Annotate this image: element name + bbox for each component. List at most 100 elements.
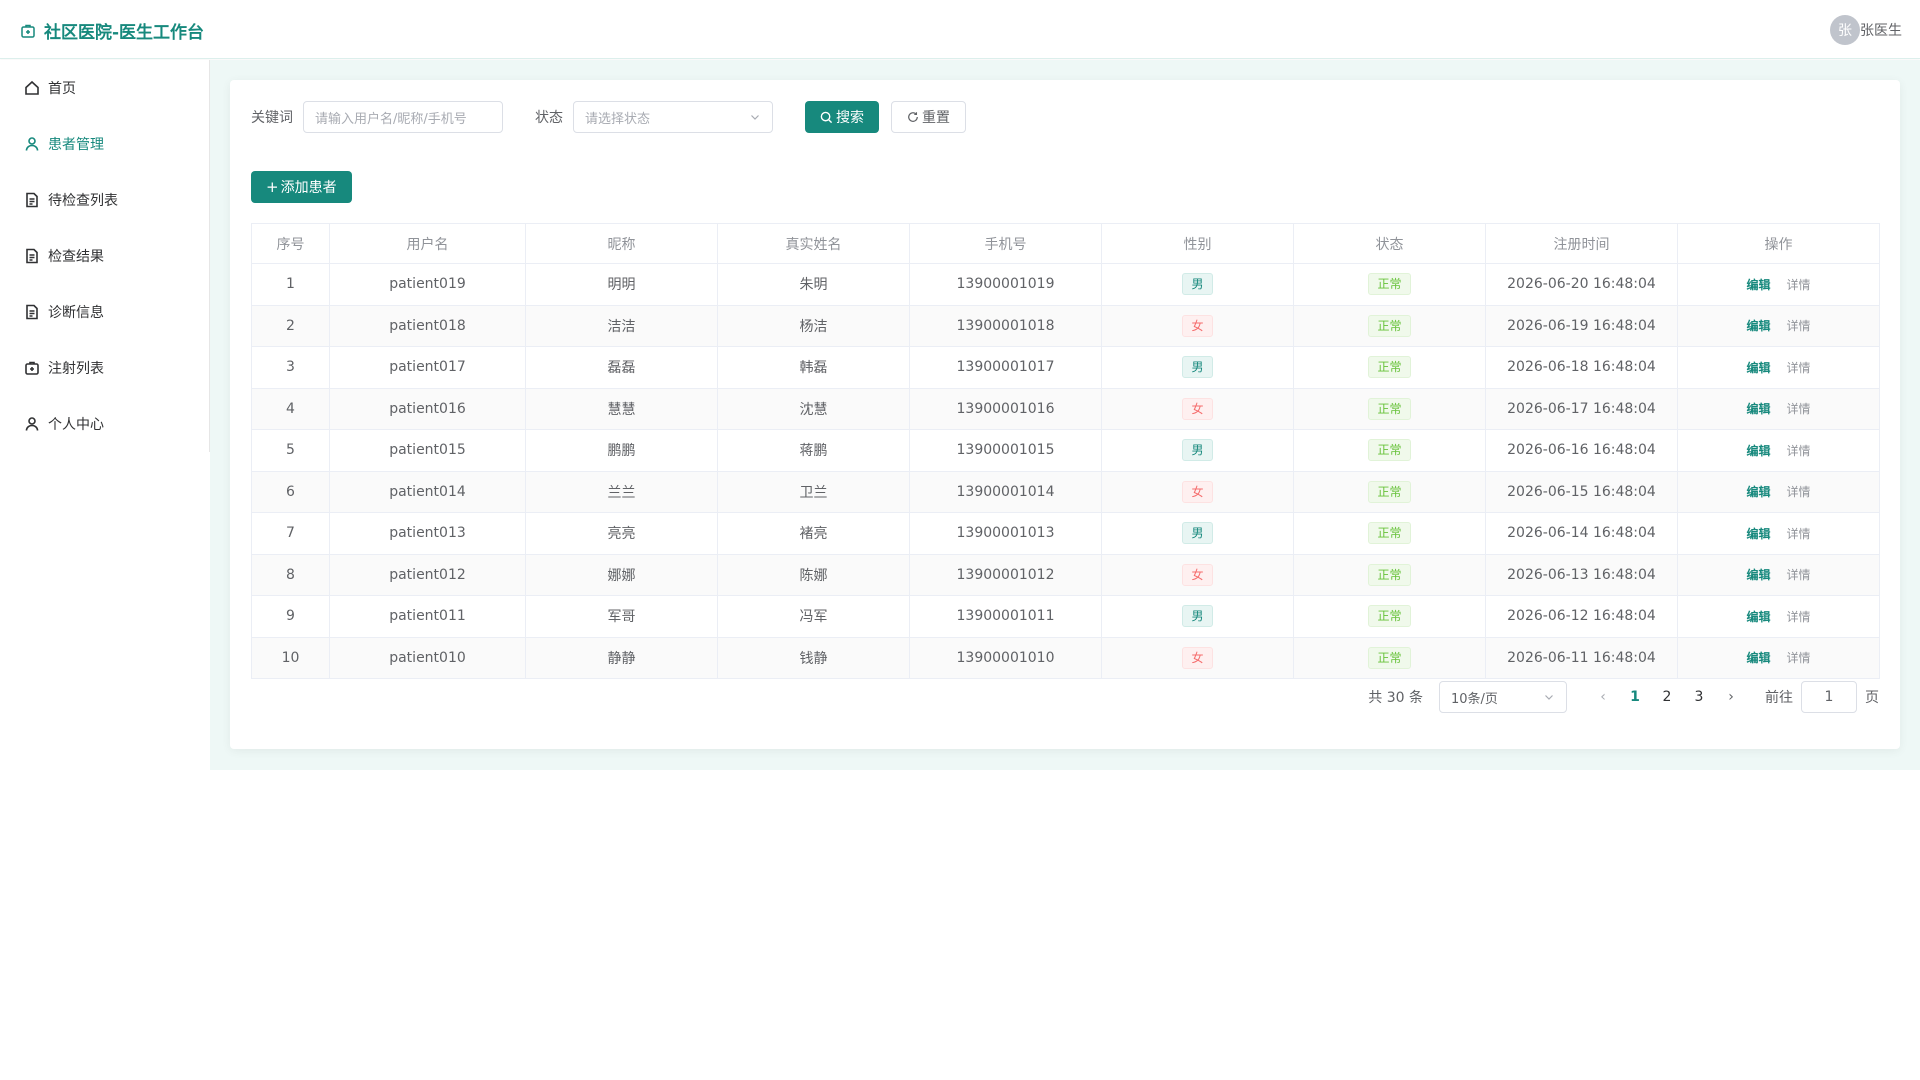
brand[interactable]: 社区医院-医生工作台: [20, 18, 204, 43]
detail-button[interactable]: 详情: [1787, 568, 1811, 582]
edit-button[interactable]: 编辑: [1746, 527, 1770, 541]
cell-nickname: 磊磊: [525, 346, 718, 389]
sidebar-item-home[interactable]: 首页: [0, 60, 209, 116]
detail-button[interactable]: 详情: [1787, 651, 1811, 665]
document-icon: [26, 304, 38, 320]
cell-phone: 13900001012: [909, 553, 1102, 596]
cell-status: 正常: [1293, 470, 1486, 513]
cell-nickname: 军哥: [525, 595, 718, 638]
gender-tag: 女: [1182, 480, 1213, 503]
cell-realname: 褚亮: [717, 512, 910, 555]
status-badge: 正常: [1368, 522, 1411, 545]
cell-nickname: 鹏鹏: [525, 429, 718, 472]
table-row: 5 patient015 鹏鹏 蒋鹏 13900001015 男 正常 2026-06-16 …: [251, 429, 1880, 472]
cell-gender: 女: [1101, 553, 1294, 596]
cell-status: 正常: [1293, 595, 1486, 638]
reset-label: 重置: [922, 110, 950, 126]
detail-button[interactable]: 详情: [1787, 527, 1811, 541]
column-header: 手机号: [909, 223, 1102, 264]
hospital-icon: [21, 24, 35, 38]
cell-actions: 编辑 详情: [1677, 470, 1880, 513]
edit-button[interactable]: 编辑: [1746, 361, 1770, 375]
edit-button[interactable]: 编辑: [1746, 610, 1770, 624]
reset-button[interactable]: 重置: [891, 101, 966, 133]
user-name[interactable]: 张医生: [1860, 20, 1902, 40]
avatar[interactable]: 张: [1830, 15, 1860, 45]
edit-button[interactable]: 编辑: [1746, 651, 1770, 665]
sidebar-item-label: 待检查列表: [48, 193, 118, 209]
column-header: 用户名: [329, 223, 526, 264]
sidebar-item-injections[interactable]: 注射列表: [0, 340, 209, 396]
sidebar-item-label: 患者管理: [48, 137, 104, 153]
edit-button[interactable]: 编辑: [1746, 319, 1770, 333]
user-menu[interactable]: 张 张医生: [1830, 15, 1902, 45]
search-button[interactable]: 搜索: [805, 101, 879, 133]
cell-status: 正常: [1293, 346, 1486, 389]
cell-status: 正常: [1293, 263, 1486, 306]
cell-index: 7: [251, 512, 330, 555]
search-label: 搜索: [836, 110, 864, 126]
detail-button[interactable]: 详情: [1787, 319, 1811, 333]
page-number[interactable]: 2: [1651, 689, 1683, 705]
status-label: 状态: [535, 110, 563, 126]
add-patient-label: 添加患者: [280, 180, 337, 196]
edit-button[interactable]: 编辑: [1746, 402, 1770, 416]
sidebar-item-label: 个人中心: [48, 417, 104, 433]
cell-nickname: 兰兰: [525, 470, 718, 513]
goto-label: 前往: [1765, 690, 1793, 706]
gender-tag: 男: [1182, 605, 1213, 628]
cell-index: 5: [251, 429, 330, 472]
cell-realname: 陈娜: [717, 553, 910, 596]
table-row: 1 patient019 明明 朱明 13900001019 男 正常 2026-06-20 …: [251, 263, 1880, 306]
cell-actions: 编辑 详情: [1677, 387, 1880, 430]
page-number[interactable]: 3: [1683, 689, 1715, 705]
edit-button[interactable]: 编辑: [1746, 444, 1770, 458]
goto-page-input[interactable]: 1: [1801, 681, 1857, 713]
status-select[interactable]: 请选择状态: [573, 101, 773, 133]
sidebar-item-pending-checks[interactable]: 待检查列表: [0, 172, 209, 228]
column-header: 注册时间: [1485, 223, 1678, 264]
keyword-input[interactable]: 请输入用户名/昵称/手机号: [303, 101, 503, 133]
edit-button[interactable]: 编辑: [1746, 568, 1770, 582]
sidebar-item-label: 诊断信息: [48, 305, 104, 321]
cell-register-time: 2026-06-17 16:48:04: [1485, 387, 1678, 430]
sidebar-item-patients[interactable]: 患者管理: [0, 116, 209, 172]
page-size-select[interactable]: 10条/页: [1439, 681, 1567, 713]
prev-page-button[interactable]: ‹: [1587, 689, 1619, 705]
next-page-button[interactable]: ›: [1715, 689, 1747, 705]
edit-button[interactable]: 编辑: [1746, 278, 1770, 292]
cell-phone: 13900001014: [909, 470, 1102, 513]
detail-button[interactable]: 详情: [1787, 610, 1811, 624]
add-patient-button[interactable]: + 添加患者: [251, 171, 352, 203]
gender-tag: 女: [1182, 646, 1213, 669]
user-icon: [25, 137, 39, 151]
cell-gender: 男: [1101, 429, 1294, 472]
cell-status: 正常: [1293, 636, 1486, 679]
edit-button[interactable]: 编辑: [1746, 485, 1770, 499]
cell-register-time: 2026-06-16 16:48:04: [1485, 429, 1678, 472]
sidebar-item-diagnosis[interactable]: 诊断信息: [0, 284, 209, 340]
home-icon: [25, 80, 39, 95]
cell-username: patient014: [329, 470, 526, 513]
cell-realname: 沈慧: [717, 387, 910, 430]
cell-realname: 朱明: [717, 263, 910, 306]
cell-realname: 杨洁: [717, 304, 910, 347]
cell-username: patient010: [329, 636, 526, 679]
refresh-icon: [908, 112, 918, 122]
detail-button[interactable]: 详情: [1787, 485, 1811, 499]
sidebar-item-check-results[interactable]: 检查结果: [0, 228, 209, 284]
cell-register-time: 2026-06-19 16:48:04: [1485, 304, 1678, 347]
cell-username: patient017: [329, 346, 526, 389]
keyword-label: 关键词: [251, 110, 293, 126]
detail-button[interactable]: 详情: [1787, 402, 1811, 416]
detail-button[interactable]: 详情: [1787, 361, 1811, 375]
cell-register-time: 2026-06-12 16:48:04: [1485, 595, 1678, 638]
detail-button[interactable]: 详情: [1787, 444, 1811, 458]
status-badge: 正常: [1368, 273, 1411, 296]
cell-gender: 男: [1101, 595, 1294, 638]
detail-button[interactable]: 详情: [1787, 278, 1811, 292]
sidebar-item-profile[interactable]: 个人中心: [0, 396, 209, 452]
gender-tag: 男: [1182, 356, 1213, 379]
page-number[interactable]: 1: [1619, 689, 1651, 705]
status-badge: 正常: [1368, 356, 1411, 379]
